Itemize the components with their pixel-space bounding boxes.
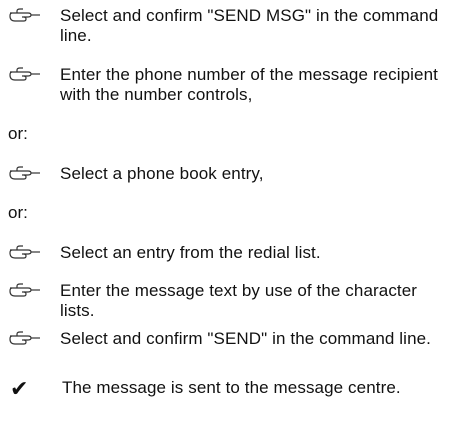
pointing-hand-icon — [8, 164, 60, 182]
checkmark-icon: ✔ — [10, 376, 29, 401]
step-item: Select and confirm "SEND" in the command… — [8, 329, 448, 349]
step-text: Enter the phone number of the message re… — [60, 65, 438, 104]
pointing-hand-icon — [8, 243, 60, 261]
step-item: Enter the message text by use of the cha… — [8, 281, 448, 321]
or-label: or: — [8, 203, 28, 222]
step-text: Select a phone book entry, — [60, 164, 264, 183]
result-text: The message is sent to the message centr… — [62, 378, 401, 397]
step-text: Select an entry from the redial list. — [60, 243, 321, 262]
pointing-hand-icon — [8, 65, 60, 83]
or-label: or: — [8, 124, 28, 143]
instruction-document: Select and confirm "SEND MSG" in the com… — [0, 0, 456, 431]
step-text: Enter the message text by use of the cha… — [60, 281, 418, 320]
step-text: Select and confirm "SEND MSG" in the com… — [60, 6, 439, 45]
step-item: Select an entry from the redial list. — [8, 243, 448, 263]
step-item: Enter the phone number of the message re… — [8, 65, 448, 105]
pointing-hand-icon — [8, 329, 60, 347]
result-item: ✔ The message is sent to the message cen… — [8, 378, 448, 400]
step-item: Select and confirm "SEND MSG" in the com… — [8, 6, 448, 46]
pointing-hand-icon — [8, 281, 60, 299]
pointing-hand-icon — [8, 6, 60, 24]
step-text: Select and confirm "SEND" in the command… — [60, 329, 431, 348]
step-item: Select a phone book entry, — [8, 164, 448, 184]
